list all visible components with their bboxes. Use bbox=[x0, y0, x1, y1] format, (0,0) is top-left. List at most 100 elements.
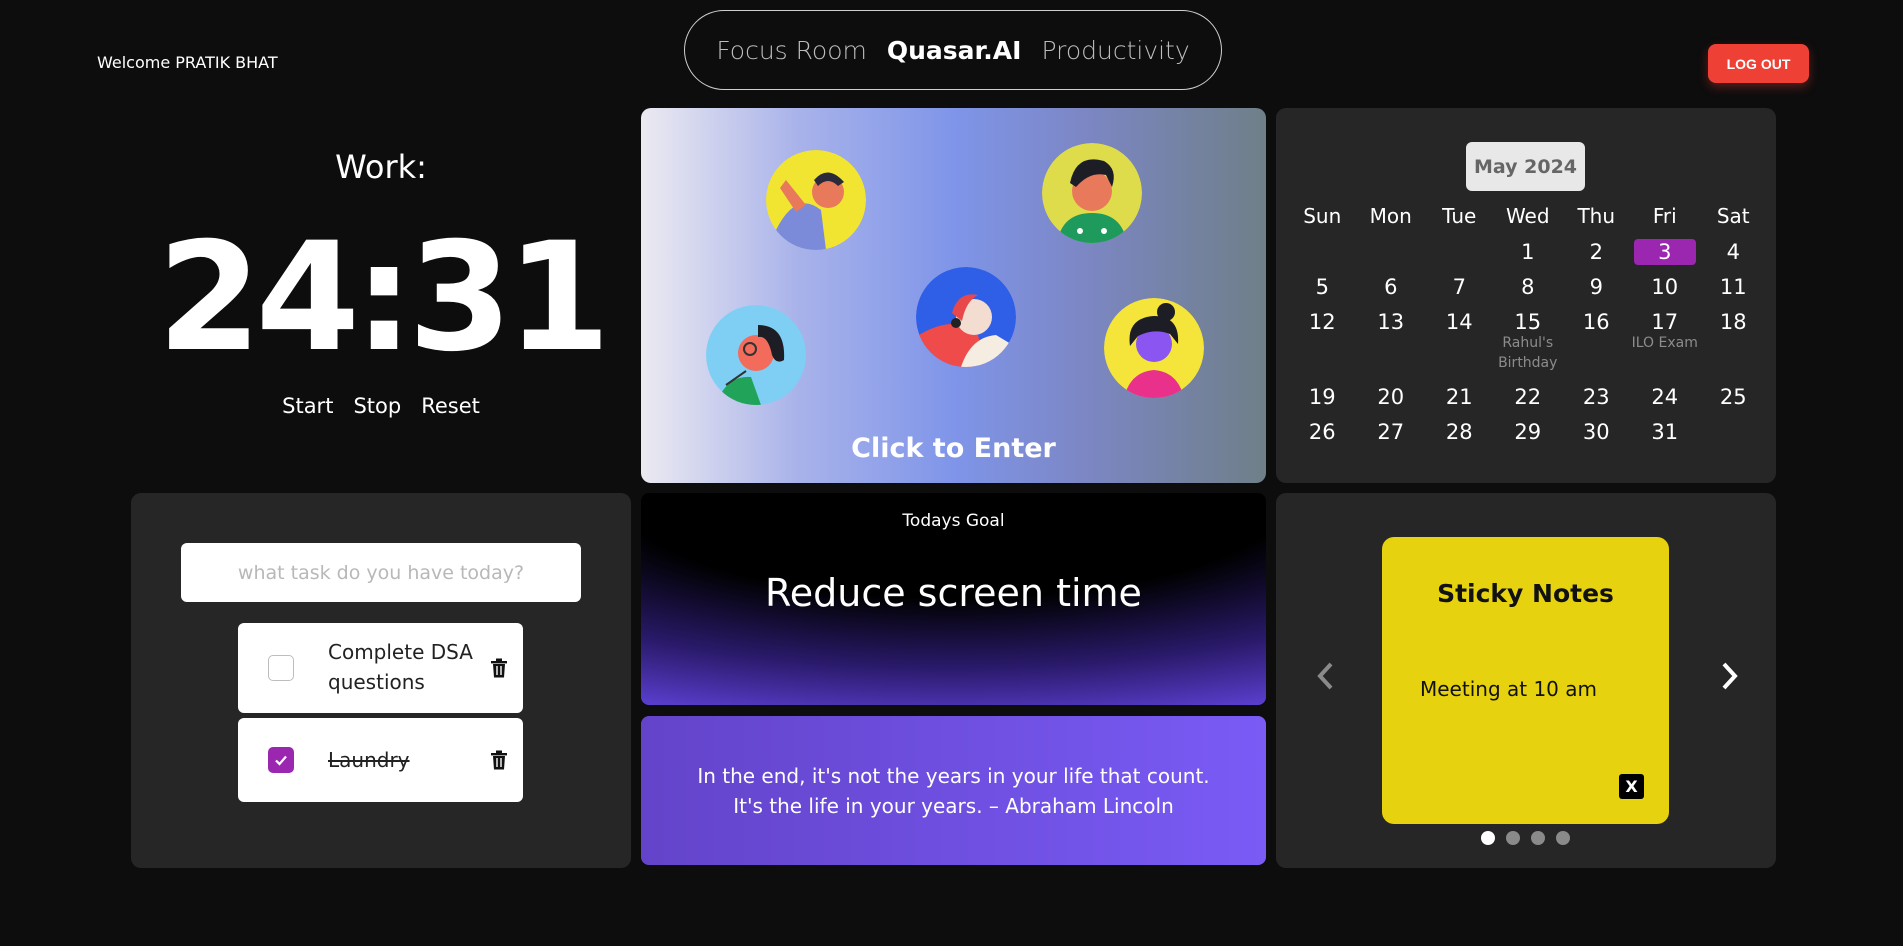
calendar-day[interactable]: 11 bbox=[1699, 274, 1768, 309]
carousel-dot[interactable] bbox=[1481, 831, 1495, 845]
calendar-day[interactable]: 4 bbox=[1699, 239, 1768, 274]
reset-button[interactable]: Reset bbox=[421, 394, 480, 418]
calendar: May 2024 Sun Mon Tue Wed Thu Fri Sat 1 2 3 4 5 6 7 8 9 1… bbox=[1276, 108, 1776, 483]
calendar-day[interactable]: 21 bbox=[1425, 384, 1494, 419]
sticky-note-title: Sticky Notes bbox=[1437, 579, 1614, 608]
task-text: Complete DSA questions bbox=[328, 640, 473, 694]
avatar-person-waving bbox=[766, 150, 866, 250]
timer-display: 24:31 bbox=[157, 211, 610, 385]
trash-icon[interactable] bbox=[490, 750, 508, 770]
calendar-day[interactable]: 28 bbox=[1425, 419, 1494, 454]
calendar-event-label: Rahul's Birthday bbox=[1498, 335, 1558, 371]
goal-heading: Todays Goal bbox=[902, 511, 1005, 531]
chevron-left-icon[interactable] bbox=[1311, 656, 1341, 696]
calendar-day[interactable]: 29 bbox=[1494, 419, 1563, 454]
calendar-day-today: 3 bbox=[1633, 239, 1696, 265]
task-text: Laundry bbox=[328, 748, 410, 772]
task-checkbox[interactable] bbox=[268, 655, 294, 681]
calendar-day[interactable]: 24 bbox=[1631, 384, 1700, 419]
calendar-day[interactable]: 10 bbox=[1631, 274, 1700, 309]
calendar-day[interactable]: 12 bbox=[1288, 309, 1357, 384]
chevron-right-icon[interactable] bbox=[1714, 656, 1744, 696]
calendar-day-number: 20 bbox=[1377, 385, 1405, 409]
calendar-day[interactable]: 3 bbox=[1631, 239, 1700, 274]
nav-focus-room[interactable]: Focus Room bbox=[716, 36, 867, 65]
calendar-day[interactable]: 14 bbox=[1425, 309, 1494, 384]
pomodoro-timer: Work: 24:31 Start Stop Reset bbox=[131, 108, 631, 483]
calendar-day[interactable]: 6 bbox=[1357, 274, 1426, 309]
calendar-day-number: 10 bbox=[1651, 275, 1679, 299]
calendar-day[interactable]: 1 bbox=[1494, 239, 1563, 274]
calendar-day[interactable]: 17 ILO Exam bbox=[1631, 309, 1700, 384]
calendar-day[interactable]: 22 bbox=[1494, 384, 1563, 419]
calendar-day-number: 9 bbox=[1589, 275, 1603, 299]
trash-icon[interactable] bbox=[490, 658, 508, 678]
calendar-day[interactable]: 2 bbox=[1562, 239, 1631, 274]
calendar-weekday: Fri bbox=[1652, 204, 1677, 228]
logout-button[interactable]: LOG OUT bbox=[1708, 44, 1809, 83]
calendar-day[interactable]: 8 bbox=[1494, 274, 1563, 309]
quote-line-2: It's the life in your years. – Abraham L… bbox=[733, 793, 1174, 818]
calendar-day[interactable]: 16 bbox=[1562, 309, 1631, 384]
calendar-day-number: 1 bbox=[1521, 240, 1535, 264]
calendar-day-number: 16 bbox=[1582, 310, 1610, 334]
calendar-event-label: ILO Exam bbox=[1631, 335, 1698, 351]
calendar-day[interactable]: 5 bbox=[1288, 274, 1357, 309]
start-button[interactable]: Start bbox=[282, 394, 333, 418]
calendar-day-number: 18 bbox=[1719, 310, 1747, 334]
calendar-day-number: 25 bbox=[1719, 385, 1747, 409]
avatar-person-green bbox=[1042, 143, 1142, 243]
task-checkbox-checked[interactable] bbox=[268, 747, 294, 773]
calendar-day-number: 26 bbox=[1308, 420, 1336, 444]
calendar-day[interactable]: 25 bbox=[1699, 384, 1768, 419]
calendar-day[interactable]: 18 bbox=[1699, 309, 1768, 384]
calendar-day[interactable]: 19 bbox=[1288, 384, 1357, 419]
quote-card: In the end, it's not the years in your l… bbox=[641, 716, 1266, 865]
calendar-day[interactable]: 31 bbox=[1631, 419, 1700, 454]
focus-room-card[interactable]: Click to Enter bbox=[641, 108, 1266, 483]
calendar-weekday: Sat bbox=[1716, 204, 1750, 228]
welcome-text: Welcome PRATIK BHAT bbox=[97, 53, 278, 72]
task-input[interactable] bbox=[181, 543, 581, 602]
calendar-day-number: 14 bbox=[1445, 310, 1473, 334]
calendar-day-number: 7 bbox=[1452, 275, 1466, 299]
calendar-empty-cell bbox=[1699, 419, 1768, 454]
carousel-dot[interactable] bbox=[1556, 831, 1570, 845]
close-note-button[interactable]: X bbox=[1619, 774, 1644, 799]
avatar-person-glasses bbox=[706, 305, 806, 405]
calendar-day-number: 27 bbox=[1377, 420, 1405, 444]
calendar-weekday: Tue bbox=[1442, 204, 1477, 228]
calendar-weekday-row: Sun Mon Tue Wed Thu Fri Sat bbox=[1288, 204, 1768, 239]
calendar-day-number: 29 bbox=[1514, 420, 1542, 444]
calendar-day-number: 21 bbox=[1445, 385, 1473, 409]
top-nav: Focus Room Quasar.AI Productivity bbox=[684, 10, 1222, 90]
task-item: Complete DSA questions bbox=[238, 623, 523, 713]
calendar-empty-cell bbox=[1288, 239, 1357, 274]
calendar-day[interactable]: 23 bbox=[1562, 384, 1631, 419]
calendar-day[interactable]: 20 bbox=[1357, 384, 1426, 419]
carousel-dots bbox=[1481, 831, 1570, 845]
calendar-day-number: 22 bbox=[1514, 385, 1542, 409]
calendar-day[interactable]: 26 bbox=[1288, 419, 1357, 454]
stop-button[interactable]: Stop bbox=[353, 394, 401, 418]
calendar-day-number: 17 bbox=[1651, 310, 1679, 334]
calendar-day[interactable]: 27 bbox=[1357, 419, 1426, 454]
carousel-dot[interactable] bbox=[1506, 831, 1520, 845]
calendar-day[interactable]: 15 Rahul's Birthday bbox=[1494, 309, 1563, 384]
calendar-grid: Sun Mon Tue Wed Thu Fri Sat 1 2 3 4 5 6 7 8 9 10 11 12 13 14… bbox=[1288, 204, 1768, 454]
nav-productivity[interactable]: Productivity bbox=[1041, 36, 1189, 65]
calendar-month-button[interactable]: May 2024 bbox=[1466, 142, 1585, 191]
carousel-dot[interactable] bbox=[1531, 831, 1545, 845]
calendar-day[interactable]: 9 bbox=[1562, 274, 1631, 309]
timer-controls: Start Stop Reset bbox=[131, 394, 631, 418]
quote-line-1: In the end, it's not the years in your l… bbox=[697, 763, 1210, 788]
calendar-day-number: 30 bbox=[1582, 420, 1610, 444]
calendar-day-number: 5 bbox=[1315, 275, 1329, 299]
calendar-day[interactable]: 13 bbox=[1357, 309, 1426, 384]
quote-text: In the end, it's not the years in your l… bbox=[697, 761, 1209, 821]
sticky-note-body: Meeting at 10 am bbox=[1420, 677, 1597, 701]
sticky-notes-carousel: Sticky Notes Meeting at 10 am X bbox=[1276, 493, 1776, 868]
calendar-day[interactable]: 30 bbox=[1562, 419, 1631, 454]
calendar-day[interactable]: 7 bbox=[1425, 274, 1494, 309]
nav-brand[interactable]: Quasar.AI bbox=[887, 36, 1022, 65]
